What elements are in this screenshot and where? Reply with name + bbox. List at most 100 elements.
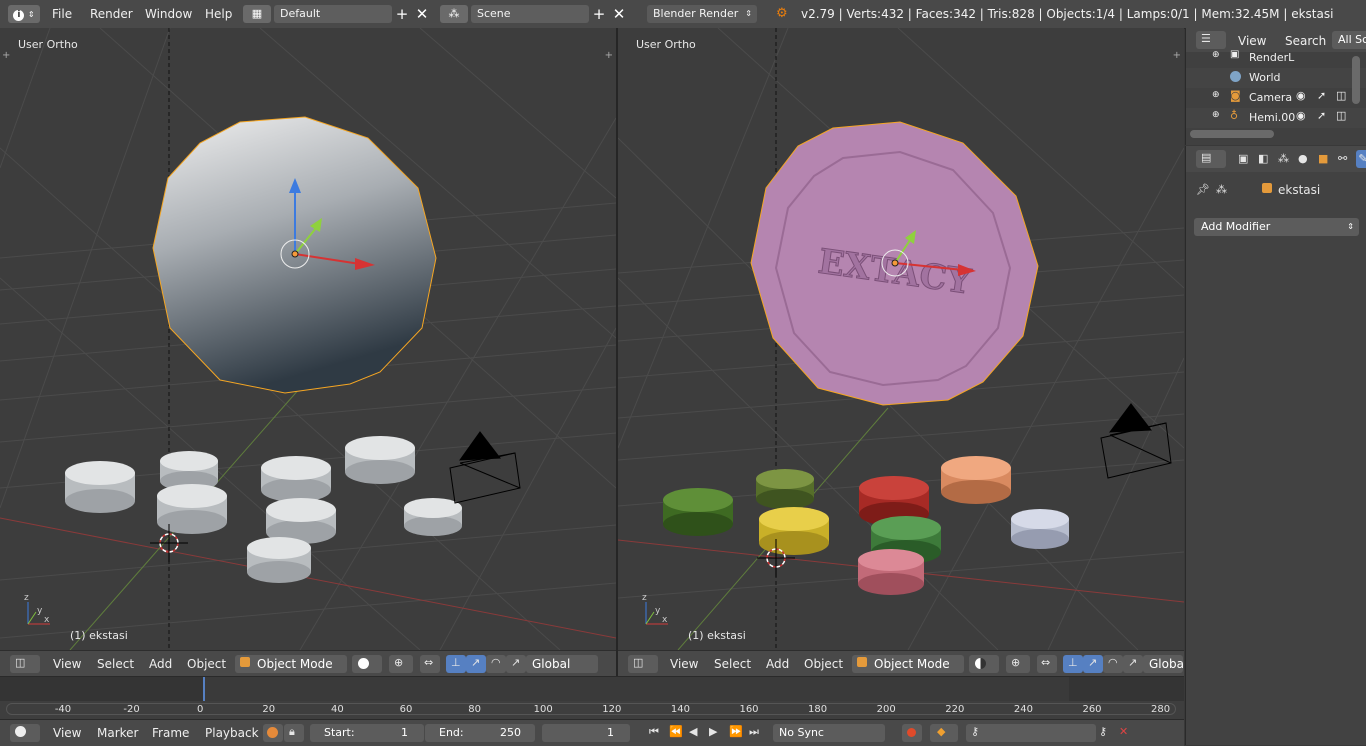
camera-object[interactable] [1100,403,1172,479]
menu-search[interactable]: Search [1285,34,1326,48]
jump-end-icon[interactable]: ⏭ [749,725,759,739]
rotate-manipulator-button[interactable]: ↗ [466,655,486,673]
constraints-tab-icon[interactable]: ⚯ [1338,152,1347,165]
editor-type-button[interactable]: ☰ [1196,31,1226,49]
translate-manipulator-button[interactable]: ⊥ [446,655,466,673]
display-mode-dropdown[interactable]: All Sc [1332,31,1366,49]
cursor-icon[interactable]: ➚ [1317,109,1326,122]
mode-dropdown[interactable]: Object Mode [852,655,964,673]
add-scene-button[interactable]: + [590,5,608,23]
menu-view[interactable]: View [53,657,81,671]
transform-orientation-button[interactable]: ↗ [506,655,526,673]
rotate-manipulator-button[interactable]: ↗ [1083,655,1103,673]
scene-selector[interactable]: ⁂ [440,5,468,23]
menu-view[interactable]: View [670,657,698,671]
timeline-track[interactable] [0,677,1184,701]
pivot-dropdown[interactable]: ⊕ [389,655,413,673]
menu-select[interactable]: Select [97,657,134,671]
keyframe-type-button[interactable]: ◆ [930,724,958,742]
render-icon[interactable]: ◫ [1336,89,1346,102]
expand-icon[interactable]: ⊕ [1212,90,1220,100]
modifiers-tab-icon[interactable]: ✎ [1356,150,1366,168]
shading-dropdown[interactable] [969,655,999,673]
eye-icon[interactable]: ◉ [1296,109,1306,122]
menu-file[interactable]: File [52,7,72,21]
manipulator-toggle[interactable]: ⇔ [420,655,440,673]
outliner[interactable]: ☰ View Search All Sc ⊕ ▣ RenderL World ⊕… [1185,28,1366,145]
viewport-left[interactable]: y x z User Ortho (1) ekstasi + + [0,28,616,650]
jump-start-icon[interactable]: ⏮ [649,725,659,739]
editor-type-button[interactable]: ◫ [10,655,40,673]
outliner-item-hemi[interactable]: ⊕ ♁ Hemi.00 ◉ ➚ ◫ [1186,108,1366,128]
scale-manipulator-button[interactable]: ◠ [1103,655,1123,673]
menu-add[interactable]: Add [149,657,172,671]
sync-dropdown[interactable]: No Sync [773,724,885,742]
pivot-dropdown[interactable]: ⊕ [1006,655,1030,673]
expand-icon[interactable]: ⊕ [1212,110,1220,120]
add-layout-button[interactable]: + [393,5,411,23]
translate-manipulator-button[interactable]: ⊥ [1063,655,1083,673]
remove-scene-button[interactable]: ✕ [610,5,628,23]
menu-view[interactable]: View [53,726,81,740]
end-frame-field[interactable]: End: 250 [425,724,535,742]
screen-layout-field[interactable]: Default [274,5,392,23]
outliner-horizontal-scrollbar[interactable] [1190,130,1274,138]
render-layers-tab-icon[interactable]: ◧ [1258,152,1268,165]
expand-icon[interactable]: ⊕ [1212,50,1220,60]
add-properties-shelf-icon[interactable]: + [1173,50,1181,61]
insert-keyframe-icon[interactable]: ⚷ [1099,725,1107,738]
manipulator-toggle[interactable]: ⇔ [1037,655,1057,673]
menu-playback[interactable]: Playback [205,726,259,740]
menu-marker[interactable]: Marker [97,726,138,740]
screen-layout-selector[interactable]: ▦ [243,5,271,23]
timeline-area[interactable]: -40 -20 0 20 40 60 80 100 120 140 160 180 200 220 240 2… [0,676,1184,719]
lock-frame-button[interactable]: 🔒︎ [284,724,304,742]
menu-help[interactable]: Help [205,7,232,21]
current-frame-indicator[interactable] [203,677,205,701]
timeline-scrollbar[interactable] [6,703,1176,715]
properties-editor[interactable]: ▤ ▣ ◧ ⁂ ● ■ ⚯ ✎ 📌︎ ⁂ ekstasi Add Modifie… [1185,146,1366,745]
add-properties-shelf-icon[interactable]: + [605,50,613,61]
mode-dropdown[interactable]: Object Mode [235,655,347,673]
render-icon[interactable]: ◫ [1336,109,1346,122]
outliner-item-world[interactable]: World [1186,68,1366,88]
menu-frame[interactable]: Frame [152,726,189,740]
keying-set-button[interactable] [263,724,283,742]
scale-manipulator-button[interactable]: ◠ [486,655,506,673]
editor-type-button[interactable]: ◫ [628,655,658,673]
auto-keying-button[interactable] [902,724,922,742]
menu-window[interactable]: Window [145,7,192,21]
outliner-item-camera[interactable]: ⊕ ◙ Camera ◉ ➚ ◫ [1186,88,1366,108]
editor-type-button[interactable]: ▤ [1196,150,1226,168]
viewport-left-scene[interactable]: y x z [0,28,616,650]
orientation-dropdown[interactable]: Global [1143,655,1183,673]
transform-orientation-button[interactable]: ↗ [1123,655,1143,673]
cursor-icon[interactable]: ➚ [1317,89,1326,102]
menu-add[interactable]: Add [766,657,789,671]
scene-field[interactable]: Scene [471,5,589,23]
render-engine-dropdown[interactable]: Blender Render ⇕ [647,5,757,23]
object-tab-icon[interactable]: ■ [1318,152,1328,165]
menu-object[interactable]: Object [804,657,843,671]
jump-keyframe-back-icon[interactable]: ⏪ [669,725,683,738]
menu-view[interactable]: View [1238,34,1266,48]
shading-dropdown[interactable] [352,655,382,673]
world-tab-icon[interactable]: ● [1298,152,1308,165]
viewport-right-scene[interactable]: EXTACY y x z [618,28,1184,650]
remove-layout-button[interactable]: ✕ [413,5,431,23]
orientation-dropdown[interactable]: Global [526,655,598,673]
delete-keyframe-icon[interactable]: ✕ [1119,725,1128,738]
eye-icon[interactable]: ◉ [1296,89,1306,102]
pin-icon[interactable]: 📌︎ [1196,183,1210,196]
jump-keyframe-forward-icon[interactable]: ⏩ [729,725,743,738]
play-icon[interactable]: ▶ [709,725,717,738]
render-tab-icon[interactable]: ▣ [1238,152,1248,165]
editor-type-info-button[interactable]: i ⇕ [8,5,40,23]
outliner-item-renderlayers[interactable]: ⊕ ▣ RenderL [1186,48,1366,68]
scene-tab-icon[interactable]: ⁂ [1278,152,1289,165]
menu-select[interactable]: Select [714,657,751,671]
keying-set-field[interactable]: ⚷ [966,724,1096,742]
menu-render[interactable]: Render [90,7,133,21]
current-frame-field[interactable]: 1 [542,724,630,742]
add-modifier-dropdown[interactable]: Add Modifier ⇕ [1194,218,1359,236]
